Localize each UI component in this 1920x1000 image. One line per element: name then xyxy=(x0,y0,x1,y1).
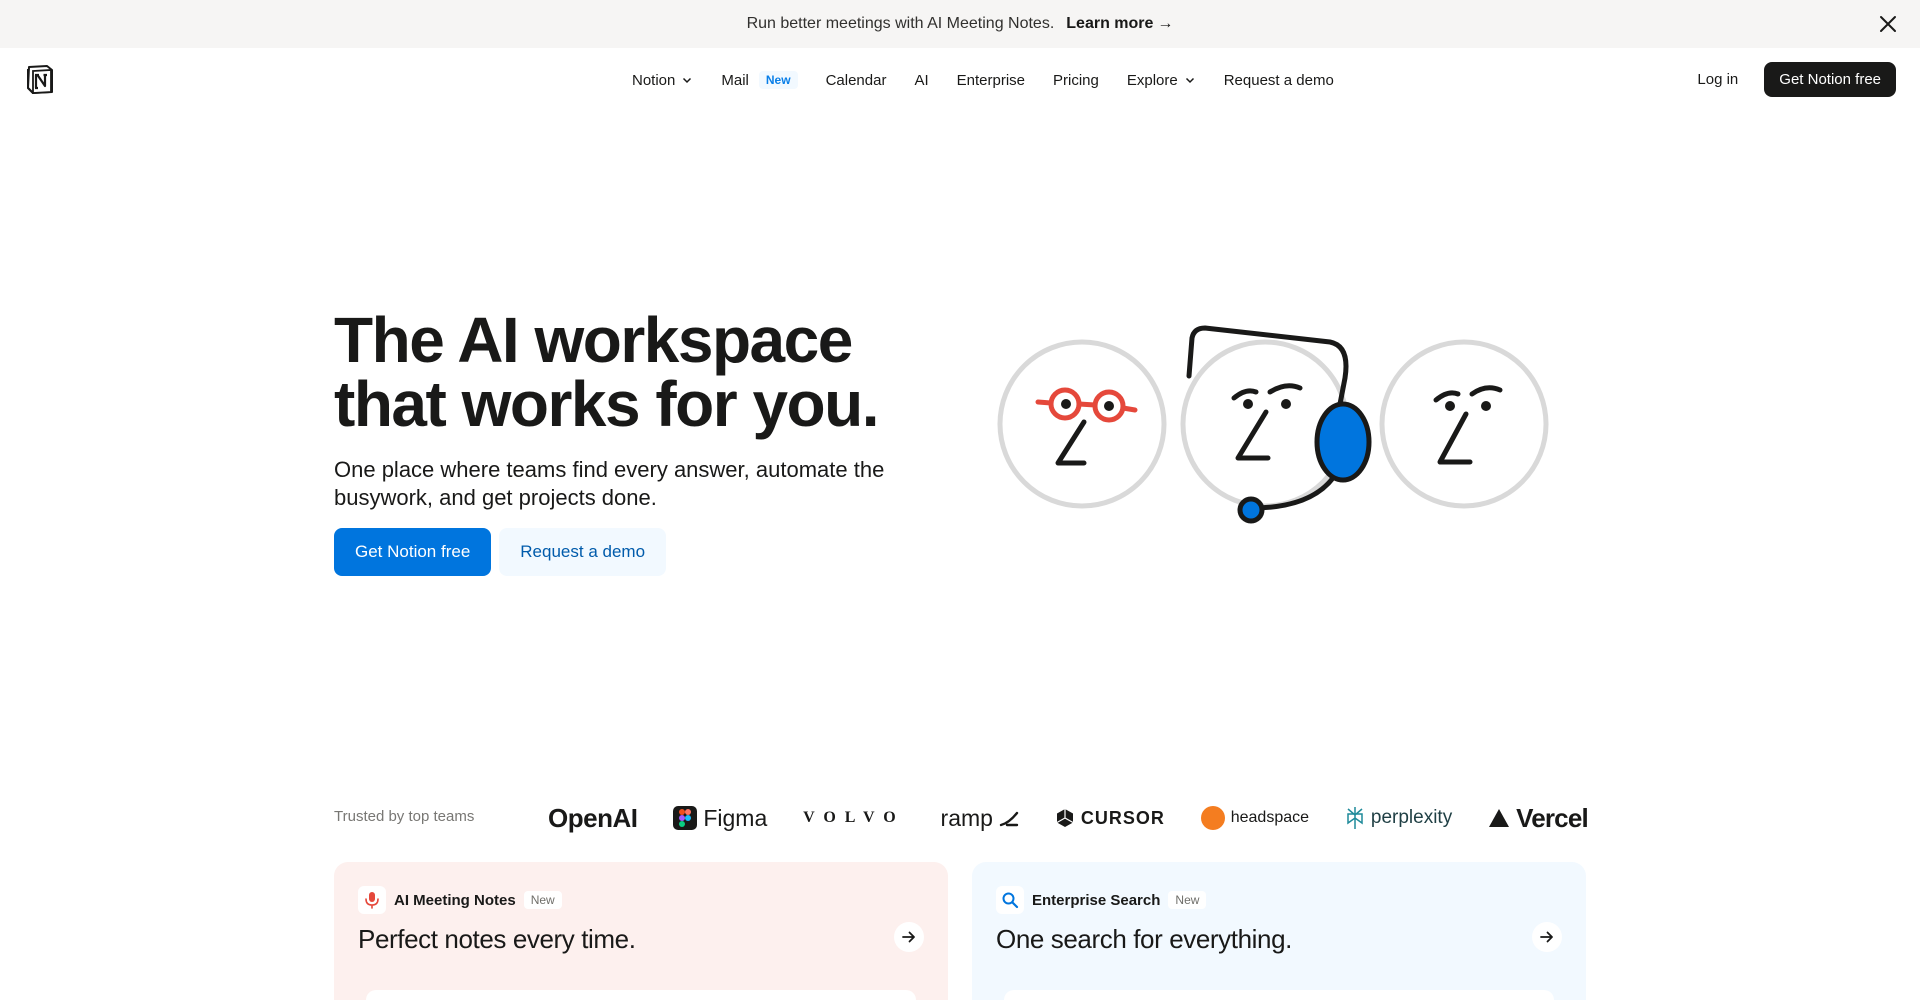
hero-faces-illustration xyxy=(997,325,1549,524)
nav-item-label: Mail xyxy=(721,71,749,89)
hero-title-line: that works for you. xyxy=(334,368,880,440)
face-with-glasses-icon xyxy=(997,339,1167,509)
trusted-by-label: Trusted by top teams xyxy=(334,808,475,825)
nav-item-pricing[interactable]: Pricing xyxy=(1041,66,1111,95)
card-label: Enterprise Search xyxy=(1032,891,1161,909)
arrow-right-icon[interactable] xyxy=(1532,922,1562,952)
perplexity-wordmark: perplexity xyxy=(1370,807,1453,828)
nav-item-mail[interactable]: Mail New xyxy=(709,65,809,95)
figma-logo: Figma xyxy=(673,805,767,832)
nav-item-request-demo[interactable]: Request a demo xyxy=(1212,66,1346,95)
chevron-down-icon xyxy=(683,77,692,84)
arrow-right-icon: → xyxy=(1157,15,1174,32)
login-link[interactable]: Log in xyxy=(1683,63,1752,96)
card-title: Perfect notes every time. xyxy=(358,924,636,954)
face-icon xyxy=(1379,339,1549,509)
nav-item-notion[interactable]: Notion xyxy=(620,66,705,95)
learn-more-link[interactable]: Learn more → xyxy=(1066,15,1173,33)
new-badge: New xyxy=(1168,891,1207,909)
cursor-wordmark: CURSOR xyxy=(1080,807,1165,828)
figma-wordmark: Figma xyxy=(703,804,768,831)
headspace-dot-icon xyxy=(1200,806,1225,830)
hero-get-notion-free-button[interactable]: Get Notion free xyxy=(334,528,492,576)
vercel-logo: Vercel xyxy=(1488,802,1589,834)
card-label: AI Meeting Notes xyxy=(394,891,516,909)
nav-item-enterprise[interactable]: Enterprise xyxy=(945,66,1037,95)
nav-item-explore[interactable]: Explore xyxy=(1115,66,1208,95)
customer-logos: OpenAI Figma VOLVO ramp CURSOR headspace… xyxy=(548,798,1589,838)
arrow-right-icon[interactable] xyxy=(894,922,924,952)
cursor-cube-icon xyxy=(1056,809,1074,827)
nav-item-label: Request a demo xyxy=(1223,71,1334,89)
headspace-wordmark: headspace xyxy=(1230,809,1310,826)
new-badge: New xyxy=(758,71,798,89)
nav-item-label: AI xyxy=(914,71,929,89)
announcement-banner: Run better meetings with AI Meeting Note… xyxy=(0,0,1920,48)
headspace-logo: headspace xyxy=(1200,806,1310,830)
perplexity-logo: perplexity xyxy=(1345,806,1452,830)
nav-actions: Log in Get Notion free xyxy=(1683,62,1896,97)
ramp-icon xyxy=(999,811,1019,827)
hero-request-demo-button[interactable]: Request a demo xyxy=(499,528,667,576)
ai-meeting-notes-card[interactable]: AI Meeting Notes New Perfect notes every… xyxy=(334,862,948,1000)
vercel-wordmark: Vercel xyxy=(1516,802,1589,833)
nav-item-label: Calendar xyxy=(825,71,887,89)
chevron-down-icon xyxy=(1185,77,1194,84)
nav-item-label: Pricing xyxy=(1053,71,1099,89)
card-preview xyxy=(1004,990,1554,1000)
figma-icon xyxy=(673,806,698,830)
banner-message: Run better meetings with AI Meeting Note… xyxy=(746,15,1055,32)
get-notion-free-button[interactable]: Get Notion free xyxy=(1764,62,1896,97)
hero-actions: Get Notion free Request a demo xyxy=(334,528,667,576)
close-icon[interactable] xyxy=(1876,12,1900,36)
volvo-logo: VOLVO xyxy=(803,809,905,826)
nav-item-calendar[interactable]: Calendar xyxy=(814,66,899,95)
microphone-icon xyxy=(358,886,386,914)
card-header: AI Meeting Notes New xyxy=(358,886,924,914)
hero-title: The AI workspace that works for you. xyxy=(334,308,974,436)
perplexity-icon xyxy=(1347,807,1363,829)
notion-logo-icon[interactable] xyxy=(24,64,56,96)
hero-title-line: The AI workspace xyxy=(334,304,853,376)
nav-item-ai[interactable]: AI xyxy=(902,66,940,95)
card-header: Enterprise Search New xyxy=(996,886,1562,914)
vercel-triangle-icon xyxy=(1489,809,1510,827)
hero-subtitle: One place where teams find every answer,… xyxy=(334,457,885,510)
ramp-logo: ramp xyxy=(941,805,1019,832)
ramp-wordmark: ramp xyxy=(940,804,993,831)
search-icon xyxy=(996,886,1024,914)
card-preview xyxy=(366,990,916,1000)
face-with-headset-icon xyxy=(1180,325,1372,524)
cursor-logo: CURSOR xyxy=(1055,808,1165,829)
new-badge: New xyxy=(523,891,562,909)
nav-item-label: Explore xyxy=(1126,71,1178,89)
openai-logo: OpenAI xyxy=(548,802,638,833)
nav-links: Notion Mail New Calendar AI Enterprise P… xyxy=(620,48,1346,112)
enterprise-search-card[interactable]: Enterprise Search New One search for eve… xyxy=(972,862,1586,1000)
nav-item-label: Enterprise xyxy=(956,71,1025,89)
top-navigation: Notion Mail New Calendar AI Enterprise P… xyxy=(0,48,1920,112)
card-title: One search for everything. xyxy=(996,924,1292,954)
nav-item-label: Notion xyxy=(632,71,676,89)
learn-more-label: Learn more xyxy=(1066,15,1154,32)
